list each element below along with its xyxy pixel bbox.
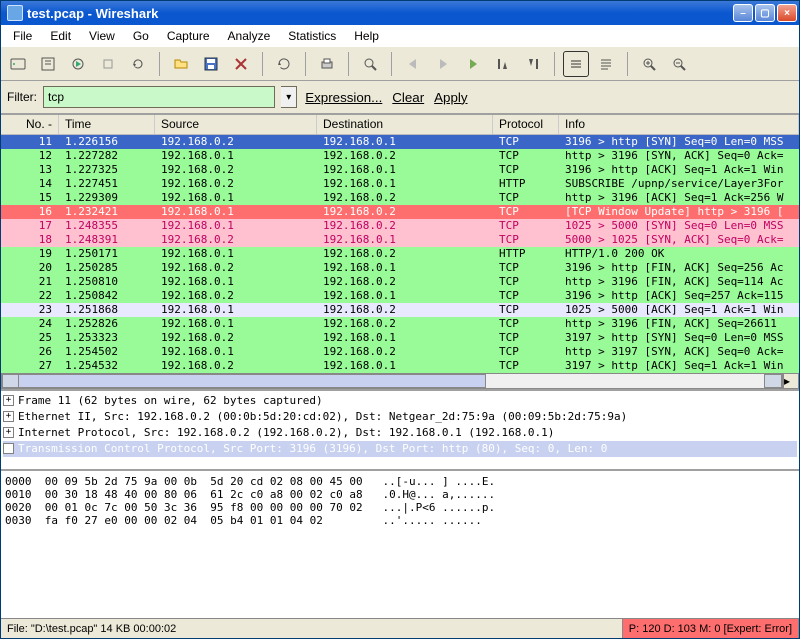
find-icon[interactable] xyxy=(357,51,383,77)
table-row[interactable]: 181.248391192.168.0.2192.168.0.1TCP5000 … xyxy=(1,233,799,247)
maximize-button[interactable]: ▢ xyxy=(755,4,775,22)
print-icon[interactable] xyxy=(314,51,340,77)
col-source[interactable]: Source xyxy=(155,115,317,134)
expand-icon[interactable]: + xyxy=(3,443,14,454)
packet-hscroll[interactable]: ▸ xyxy=(1,373,799,389)
packet-list-pane: No. - Time Source Destination Protocol I… xyxy=(1,115,799,391)
tree-frame[interactable]: +Frame 11 (62 bytes on wire, 62 bytes ca… xyxy=(3,393,797,409)
filter-dropdown-icon[interactable]: ▾ xyxy=(281,86,297,108)
go-first-icon[interactable] xyxy=(490,51,516,77)
expand-icon[interactable]: + xyxy=(3,411,14,422)
table-row[interactable]: 241.252826192.168.0.1192.168.0.2TCPhttp … xyxy=(1,317,799,331)
col-info[interactable]: Info xyxy=(559,115,799,134)
status-bar: File: "D:\test.pcap" 14 KB 00:00:02 P: 1… xyxy=(1,618,799,638)
table-row[interactable]: 231.251868192.168.0.1192.168.0.2TCP1025 … xyxy=(1,303,799,317)
scroll-right-icon[interactable]: ▸ xyxy=(783,373,799,389)
table-row[interactable]: 251.253323192.168.0.2192.168.0.1TCP3197 … xyxy=(1,331,799,345)
col-protocol[interactable]: Protocol xyxy=(493,115,559,134)
go-forward-icon[interactable] xyxy=(430,51,456,77)
expression-button[interactable]: Expression... xyxy=(303,88,384,107)
tree-tcp[interactable]: +Transmission Control Protocol, Src Port… xyxy=(3,441,797,457)
go-to-packet-icon[interactable] xyxy=(460,51,486,77)
table-row[interactable]: 151.229309192.168.0.1192.168.0.2TCPhttp … xyxy=(1,191,799,205)
table-row[interactable]: 161.232421192.168.0.1192.168.0.2TCP[TCP … xyxy=(1,205,799,219)
close-file-icon[interactable] xyxy=(228,51,254,77)
menu-analyze[interactable]: Analyze xyxy=(220,27,279,45)
table-row[interactable]: 131.227325192.168.0.2192.168.0.1TCP3196 … xyxy=(1,163,799,177)
options-icon[interactable] xyxy=(35,51,61,77)
col-no[interactable]: No. - xyxy=(1,115,59,134)
table-row[interactable]: 191.250171192.168.0.1192.168.0.2HTTPHTTP… xyxy=(1,247,799,261)
table-row[interactable]: 271.254532192.168.0.2192.168.0.1TCP3197 … xyxy=(1,359,799,373)
table-row[interactable]: 121.227282192.168.0.1192.168.0.2TCPhttp … xyxy=(1,149,799,163)
col-time[interactable]: Time xyxy=(59,115,155,134)
colorize-icon[interactable] xyxy=(563,51,589,77)
start-capture-icon[interactable] xyxy=(65,51,91,77)
menu-statistics[interactable]: Statistics xyxy=(280,27,344,45)
reload-icon[interactable] xyxy=(271,51,297,77)
tree-ip[interactable]: +Internet Protocol, Src: 192.168.0.2 (19… xyxy=(3,425,797,441)
menu-file[interactable]: File xyxy=(5,27,40,45)
menu-edit[interactable]: Edit xyxy=(42,27,79,45)
table-row[interactable]: 221.250842192.168.0.2192.168.0.1TCP3196 … xyxy=(1,289,799,303)
filter-label: Filter: xyxy=(7,90,37,104)
tree-ethernet[interactable]: +Ethernet II, Src: 192.168.0.2 (00:0b:5d… xyxy=(3,409,797,425)
table-row[interactable]: 211.250810192.168.0.1192.168.0.2TCPhttp … xyxy=(1,275,799,289)
titlebar[interactable]: test.pcap - Wireshark – ▢ × xyxy=(1,1,799,25)
expand-icon[interactable]: + xyxy=(3,395,14,406)
table-row[interactable]: 261.254502192.168.0.1192.168.0.2TCPhttp … xyxy=(1,345,799,359)
save-icon[interactable] xyxy=(198,51,224,77)
expand-icon[interactable]: + xyxy=(3,427,14,438)
filter-input[interactable] xyxy=(43,86,275,108)
app-icon xyxy=(7,5,23,21)
col-destination[interactable]: Destination xyxy=(317,115,493,134)
go-back-icon[interactable] xyxy=(400,51,426,77)
restart-capture-icon[interactable] xyxy=(125,51,151,77)
menu-capture[interactable]: Capture xyxy=(159,27,218,45)
title-text: test.pcap - Wireshark xyxy=(27,6,733,21)
menu-view[interactable]: View xyxy=(81,27,123,45)
packet-list-header[interactable]: No. - Time Source Destination Protocol I… xyxy=(1,115,799,135)
toolbar xyxy=(1,47,799,81)
menu-help[interactable]: Help xyxy=(346,27,387,45)
scrollbar-horizontal[interactable] xyxy=(1,373,783,389)
zoom-out-icon[interactable] xyxy=(666,51,692,77)
go-last-icon[interactable] xyxy=(520,51,546,77)
menu-go[interactable]: Go xyxy=(125,27,157,45)
stop-capture-icon[interactable] xyxy=(95,51,121,77)
status-packets: P: 120 D: 103 M: 0 [Expert: Error] xyxy=(623,619,799,638)
packet-details-pane[interactable]: +Frame 11 (62 bytes on wire, 62 bytes ca… xyxy=(1,391,799,471)
status-file: File: "D:\test.pcap" 14 KB 00:00:02 xyxy=(1,619,623,638)
menubar: File Edit View Go Capture Analyze Statis… xyxy=(1,25,799,47)
interfaces-icon[interactable] xyxy=(5,51,31,77)
filter-bar: Filter: ▾ Expression... Clear Apply xyxy=(1,81,799,115)
close-button[interactable]: × xyxy=(777,4,797,22)
clear-button[interactable]: Clear xyxy=(390,88,426,107)
zoom-in-icon[interactable] xyxy=(636,51,662,77)
packet-bytes-pane[interactable]: 0000 00 09 5b 2d 75 9a 00 0b 5d 20 cd 02… xyxy=(1,471,799,618)
apply-button[interactable]: Apply xyxy=(432,88,469,107)
packet-list-body[interactable]: 111.226156192.168.0.2192.168.0.1TCP3196 … xyxy=(1,135,799,373)
table-row[interactable]: 171.248355192.168.0.1192.168.0.2TCP1025 … xyxy=(1,219,799,233)
table-row[interactable]: 111.226156192.168.0.2192.168.0.1TCP3196 … xyxy=(1,135,799,149)
open-icon[interactable] xyxy=(168,51,194,77)
wireshark-window: test.pcap - Wireshark – ▢ × File Edit Vi… xyxy=(0,0,800,639)
auto-scroll-icon[interactable] xyxy=(593,51,619,77)
minimize-button[interactable]: – xyxy=(733,4,753,22)
table-row[interactable]: 141.227451192.168.0.2192.168.0.1HTTPSUBS… xyxy=(1,177,799,191)
table-row[interactable]: 201.250285192.168.0.2192.168.0.1TCP3196 … xyxy=(1,261,799,275)
